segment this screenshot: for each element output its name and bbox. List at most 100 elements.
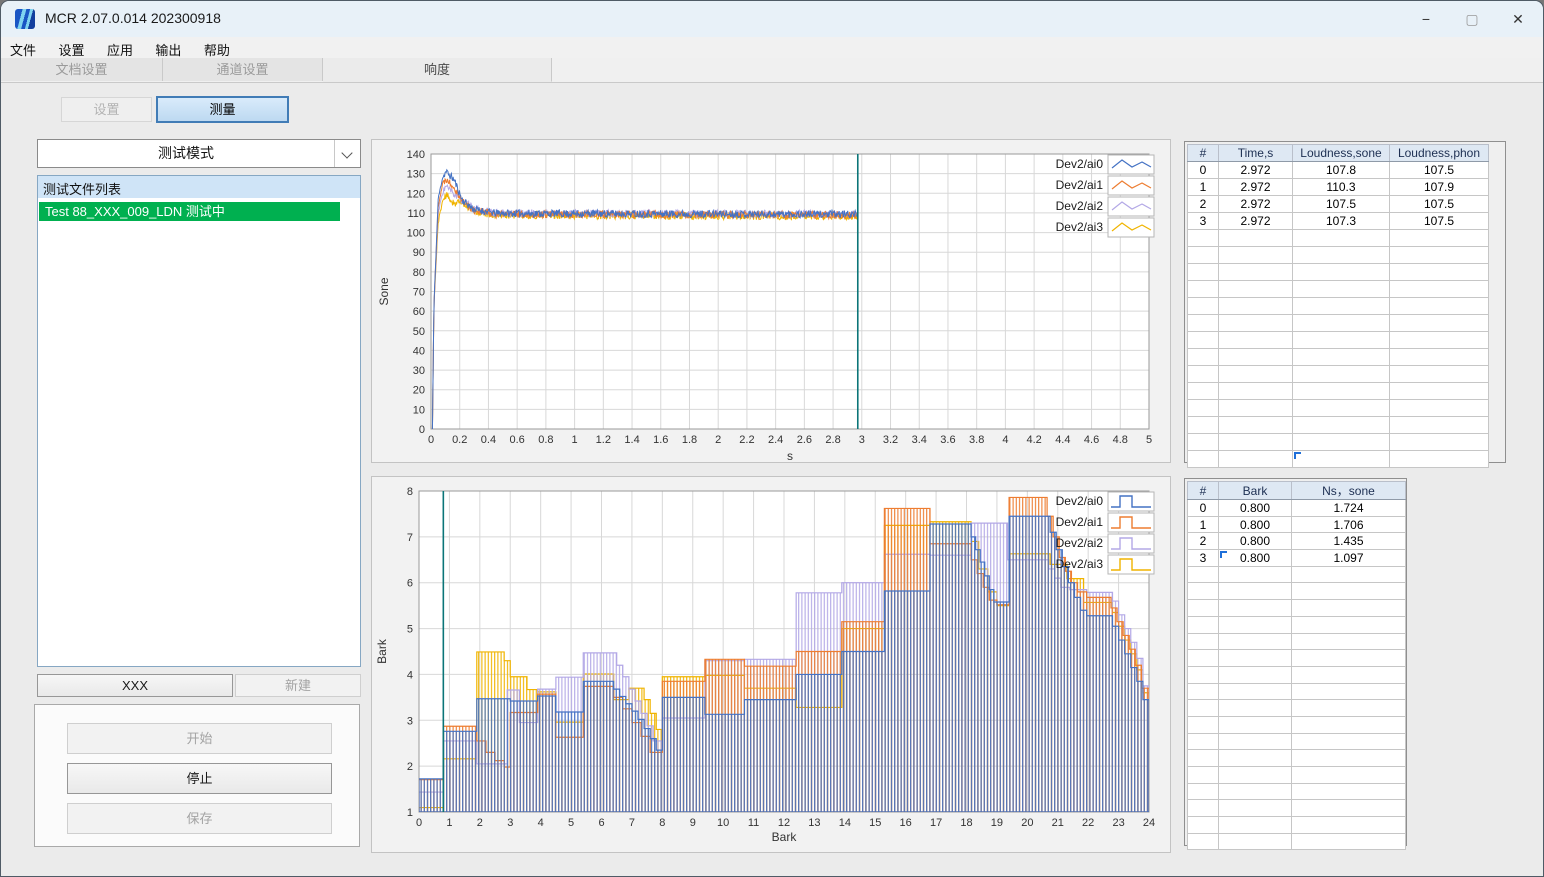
svg-text:0: 0: [428, 434, 434, 446]
table-cell: [1291, 766, 1406, 784]
loudness-table-row[interactable]: 0 2.972 107.8 107.5: [1187, 161, 1489, 179]
specific-table-row[interactable]: [1187, 732, 1406, 751]
tab-loudness[interactable]: 响度: [323, 58, 552, 82]
svg-text:0.6: 0.6: [510, 434, 525, 446]
test-mode-select[interactable]: 测试模式: [37, 139, 361, 168]
specific-table-row[interactable]: [1187, 582, 1406, 601]
loudness-time-chart[interactable]: 0 0.2 0.4 0.6 0.8 1 1.2 1.4 1.6 1.8 2 2.2 2.4 2.6 2.8 3…: [372, 140, 1170, 463]
loudness-table-row[interactable]: [1187, 331, 1489, 349]
svg-text:70: 70: [413, 287, 425, 299]
table-cell: [1187, 582, 1219, 601]
loudness-table-row[interactable]: [1187, 314, 1489, 332]
svg-text:20: 20: [413, 385, 425, 397]
menu-output[interactable]: 输出: [146, 37, 190, 58]
specific-table-row[interactable]: [1187, 615, 1406, 634]
loudness-table[interactable]: # Time,s Loudness,sone Loudness,phon 0 2.972 1…: [1187, 144, 1503, 468]
loudness-table-row[interactable]: [1187, 365, 1489, 383]
specific-table-row[interactable]: [1187, 699, 1406, 717]
specific-table-row[interactable]: [1187, 599, 1406, 617]
loudness-table-row[interactable]: 2 2.972 107.5 107.5: [1187, 195, 1489, 213]
svg-text:3.8: 3.8: [969, 434, 984, 446]
loudness-table-row[interactable]: [1187, 297, 1489, 315]
table-cell: 0: [1187, 161, 1219, 179]
maximize-button[interactable]: ▢: [1457, 7, 1487, 31]
svg-text:9: 9: [690, 817, 696, 829]
table-cell: 107.9: [1389, 178, 1489, 196]
specific-table-row[interactable]: [1187, 682, 1406, 701]
table-cell: [1291, 615, 1406, 634]
specific-table-row[interactable]: [1187, 766, 1406, 784]
loudness-table-row[interactable]: [1187, 348, 1489, 366]
specific-table-row[interactable]: [1187, 832, 1406, 851]
specific-table-row[interactable]: [1187, 715, 1406, 734]
close-button[interactable]: ✕: [1503, 7, 1533, 31]
specific-table-row[interactable]: 3 0.800 1.097: [1187, 549, 1406, 567]
svg-text:3.4: 3.4: [912, 434, 927, 446]
table-cell: [1218, 732, 1292, 751]
menu-settings[interactable]: 设置: [49, 37, 93, 58]
table-cell: [1292, 450, 1390, 468]
save-button[interactable]: 保存: [67, 803, 332, 834]
svg-text:24: 24: [1143, 817, 1155, 829]
table-cell: [1187, 348, 1219, 366]
loudness-table-row[interactable]: [1187, 280, 1489, 298]
stop-button[interactable]: 停止: [67, 763, 332, 794]
tab-channel-settings[interactable]: 通道设置: [163, 58, 323, 81]
specific-table-row[interactable]: [1187, 749, 1406, 767]
table-cell: [1187, 832, 1219, 851]
specific-table-row[interactable]: [1187, 665, 1406, 684]
table-cell: [1291, 816, 1406, 834]
table-cell: [1292, 331, 1390, 349]
specific-loudness-chart[interactable]: 0 1 2 3 4 5 6 7 8 9 10 11 12 13 14 15 16 17 18 19 20 21 22 23 24…: [372, 477, 1170, 852]
loudness-table-row[interactable]: 3 2.972 107.3 107.5: [1187, 212, 1489, 230]
test-file-list-header: 测试文件列表: [38, 176, 360, 198]
specific-table-row[interactable]: [1187, 782, 1406, 801]
specific-table-row[interactable]: 1 0.800 1.706: [1187, 515, 1406, 534]
svg-text:14: 14: [839, 817, 851, 829]
xxx-button[interactable]: XXX: [37, 674, 233, 697]
table-cell: 1.706: [1291, 515, 1406, 534]
menu-apply[interactable]: 应用: [98, 37, 142, 58]
start-button[interactable]: 开始: [67, 723, 332, 754]
svg-text:30: 30: [413, 365, 425, 377]
minimize-button[interactable]: −: [1411, 7, 1441, 31]
loudness-table-row[interactable]: [1187, 433, 1489, 451]
loudness-table-row[interactable]: [1187, 263, 1489, 281]
table-cell: [1218, 382, 1293, 400]
specific-table-row[interactable]: [1187, 632, 1406, 651]
new-button[interactable]: 新建: [235, 674, 361, 697]
svg-text:3: 3: [407, 715, 413, 727]
specific-loudness-table[interactable]: # Bark Ns，sone 0 0.800 1.724 1 0.800 1.706 2 0.800…: [1187, 481, 1406, 851]
specific-table-row[interactable]: [1187, 565, 1406, 584]
loudness-table-row[interactable]: 1 2.972 110.3 107.9: [1187, 178, 1489, 196]
loudness-table-row[interactable]: [1187, 382, 1489, 400]
table-cell: [1291, 565, 1406, 584]
measure-subtab-button[interactable]: 测量: [156, 96, 289, 123]
loudness-table-row[interactable]: [1187, 246, 1489, 264]
menu-help[interactable]: 帮助: [195, 37, 239, 58]
tab-document-settings[interactable]: 文档设置: [1, 58, 163, 81]
svg-text:1.2: 1.2: [596, 434, 611, 446]
specific-table-row[interactable]: [1187, 649, 1406, 667]
svg-text:4.2: 4.2: [1026, 434, 1041, 446]
table-cell: [1218, 632, 1292, 651]
svg-text:4.4: 4.4: [1055, 434, 1070, 446]
svg-text:19: 19: [991, 817, 1003, 829]
test-file-list-item[interactable]: Test 88_XXX_009_LDN 测试中: [39, 202, 340, 221]
settings-subtab-button[interactable]: 设置: [61, 97, 152, 122]
table-cell: [1187, 799, 1219, 818]
loudness-table-row[interactable]: [1187, 399, 1489, 417]
loudness-table-row[interactable]: [1187, 229, 1489, 247]
loudness-table-row[interactable]: [1187, 450, 1489, 468]
table-cell: [1389, 382, 1489, 400]
table-cell: [1218, 682, 1292, 701]
loudness-table-row[interactable]: [1187, 416, 1489, 434]
svg-text:Bark: Bark: [375, 638, 389, 664]
specific-table-row[interactable]: [1187, 799, 1406, 818]
specific-table-row[interactable]: 0 0.800 1.724: [1187, 499, 1406, 517]
specific-table-row[interactable]: [1187, 816, 1406, 834]
svg-text:Dev2/ai3: Dev2/ai3: [1056, 220, 1104, 234]
specific-table-row[interactable]: 2 0.800 1.435: [1187, 532, 1406, 551]
menu-file[interactable]: 文件: [1, 37, 45, 58]
svg-text:2: 2: [715, 434, 721, 446]
